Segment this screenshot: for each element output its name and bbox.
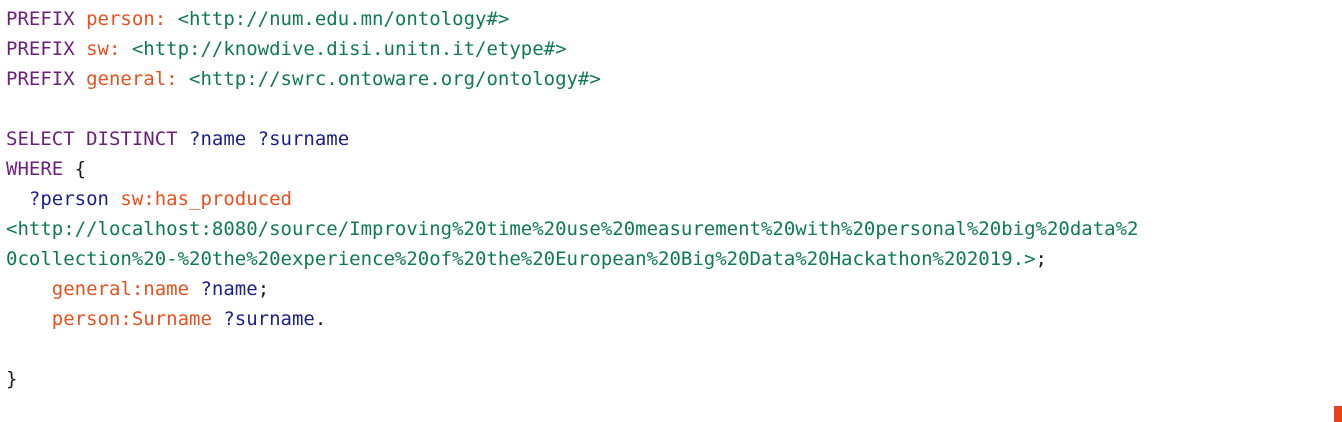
text-cursor bbox=[1334, 406, 1342, 422]
code-line[interactable]: WHERE { bbox=[6, 154, 1138, 184]
code-token: 0collection%20-%20the%20experience%20of%… bbox=[6, 248, 1036, 270]
code-token: person: bbox=[86, 8, 178, 30]
code-token: ?person bbox=[28, 188, 121, 210]
code-line[interactable]: PREFIX sw: <http://knowdive.disi.unitn.i… bbox=[6, 34, 1138, 64]
code-line[interactable]: PREFIX general: <http://swrc.ontoware.or… bbox=[6, 64, 1138, 94]
code-token: sw:has_produced bbox=[120, 188, 292, 210]
code-token: ; bbox=[1035, 248, 1047, 270]
code-token: } bbox=[6, 368, 18, 390]
code-token: sw: bbox=[86, 38, 132, 60]
code-token: general:name bbox=[51, 278, 201, 300]
code-token: <http://knowdive.disi.unitn.it/etype#> bbox=[131, 38, 567, 60]
code-token: PREFIX bbox=[6, 38, 87, 60]
code-token: PREFIX bbox=[6, 68, 87, 90]
code-token: <http://localhost:8080/source/Improving%… bbox=[6, 218, 1139, 240]
code-line[interactable]: person:Surname ?surname. bbox=[6, 304, 1138, 334]
code-token: . bbox=[314, 308, 327, 330]
code-token: { bbox=[74, 158, 87, 180]
code-line[interactable]: <http://localhost:8080/source/Improving%… bbox=[6, 214, 1138, 244]
code-area[interactable]: PREFIX person: <http://num.edu.mn/ontolo… bbox=[6, 4, 1138, 394]
code-token: ?surname bbox=[223, 308, 315, 330]
code-token: SELECT DISTINCT bbox=[6, 128, 190, 150]
code-line[interactable] bbox=[6, 334, 1138, 364]
code-token: ?name bbox=[200, 278, 258, 300]
code-line[interactable]: 0collection%20-%20the%20experience%20of%… bbox=[6, 244, 1138, 274]
code-token: person:Surname bbox=[51, 308, 224, 330]
code-line[interactable]: SELECT DISTINCT ?name ?surname bbox=[6, 124, 1138, 154]
code-token: <http://swrc.ontoware.org/ontology#> bbox=[189, 68, 601, 90]
code-line[interactable]: general:name ?name; bbox=[6, 274, 1138, 304]
sparql-query-editor[interactable]: PREFIX person: <http://num.edu.mn/ontolo… bbox=[0, 0, 1342, 422]
code-token: ; bbox=[257, 278, 270, 300]
code-token: general: bbox=[86, 68, 190, 90]
code-line[interactable]: } bbox=[6, 364, 1138, 394]
code-token: <http://num.edu.mn/ontology#> bbox=[177, 8, 510, 30]
code-line[interactable] bbox=[6, 94, 1138, 124]
code-token: PREFIX bbox=[6, 8, 87, 30]
code-line[interactable]: PREFIX person: <http://num.edu.mn/ontolo… bbox=[6, 4, 1138, 34]
code-token: WHERE bbox=[6, 158, 75, 180]
code-token: ?name ?surname bbox=[189, 128, 350, 150]
code-line[interactable]: ?person sw:has_produced bbox=[6, 184, 1138, 214]
